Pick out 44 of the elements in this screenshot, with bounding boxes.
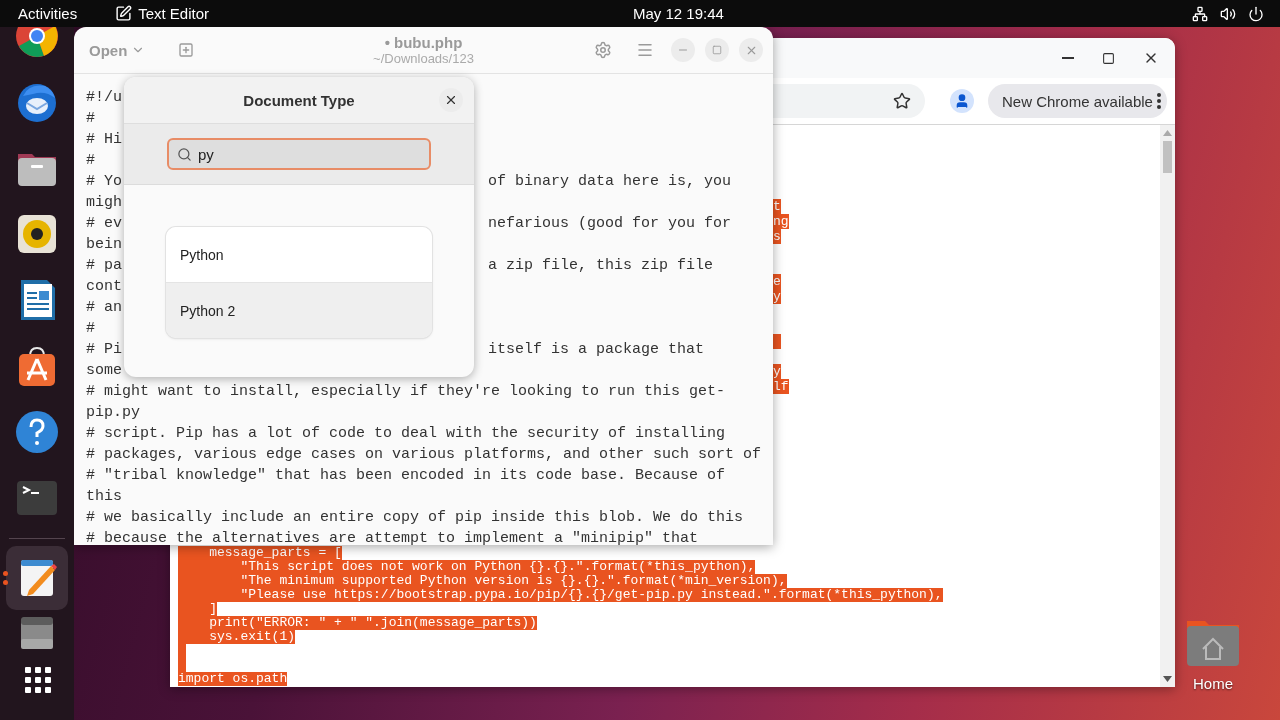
- code-line: # packages, various edge cases on various platforms, and other such sort of: [86, 446, 762, 463]
- code-line: # script. Pip has a lot of code to deal with the security of installing: [86, 425, 726, 442]
- code-line: migh: [86, 194, 122, 211]
- list-item[interactable]: Python: [166, 227, 432, 282]
- popover-title: Document Type: [243, 91, 355, 109]
- code-line: a zip file, this zip file: [488, 256, 714, 276]
- code-line: # Yo: [86, 173, 122, 190]
- clock[interactable]: May 12 19:44: [633, 5, 724, 22]
- code-line: # "tribal knowledge" that has been encoded in its code base. Because of: [86, 467, 726, 484]
- update-button[interactable]: New Chrome available: [988, 84, 1167, 118]
- code-line: #: [86, 320, 95, 337]
- code-fragment: e: [773, 274, 781, 289]
- search-field[interactable]: py: [167, 138, 431, 170]
- code-fragment: y: [773, 289, 781, 304]
- code-line: # Pi: [86, 341, 122, 358]
- code-fragment: s: [773, 229, 781, 244]
- code-fragment: y: [773, 364, 781, 379]
- code-fragment: t: [773, 199, 781, 214]
- code-line: bein: [86, 236, 122, 253]
- code-fragment: ng: [773, 214, 789, 229]
- home-label[interactable]: Home: [1193, 675, 1233, 692]
- code-line: this: [86, 488, 122, 505]
- window-title: • bubu.php: [384, 34, 463, 51]
- code-line: #: [86, 110, 95, 127]
- code-line: # Hi: [86, 131, 122, 148]
- code-line: itself is a package that: [488, 340, 705, 360]
- code-line: some: [86, 362, 122, 379]
- code-line: # pa: [86, 257, 122, 274]
- code-line: of binary data here is, you: [488, 172, 732, 192]
- code-line: # because the alternatives are attempt to implement a "minipip" that: [86, 530, 699, 545]
- code-line: #: [86, 152, 95, 169]
- code-line: nefarious (good for you for: [488, 214, 732, 234]
- code-line: # might want to install, especially if they're looking to run this get-: [86, 383, 726, 400]
- list-item[interactable]: Python 2: [166, 282, 432, 338]
- code-line: cont: [86, 278, 122, 295]
- code-line: pip.py: [86, 404, 140, 421]
- app-name[interactable]: Text Editor: [138, 5, 210, 22]
- code-line: # we basically include an entire copy of pip inside this blob. We do this: [86, 509, 744, 526]
- code-line: #!/u: [86, 89, 122, 106]
- code-line: # ev: [86, 215, 122, 232]
- code-line: # an: [86, 299, 122, 316]
- code-fragment: lf: [773, 379, 789, 394]
- activities-button[interactable]: Activities: [18, 5, 78, 22]
- file-path: ~/Downloads/123: [373, 51, 474, 66]
